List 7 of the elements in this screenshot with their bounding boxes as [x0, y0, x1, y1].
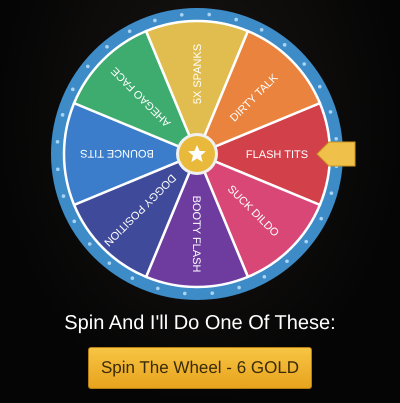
star-icon — [176, 133, 218, 175]
segment-label: BOUNCE TITS — [80, 147, 154, 159]
wheel-caption: Spin And I'll Do One Of These: — [64, 312, 336, 335]
spin-button[interactable]: Spin The Wheel - 6 GOLD — [88, 347, 312, 389]
segment-label: 5X SPANKS — [192, 44, 204, 104]
segment-label: FLASH TITS — [246, 149, 308, 161]
segment-label: BOOTY FLASH — [190, 196, 202, 272]
